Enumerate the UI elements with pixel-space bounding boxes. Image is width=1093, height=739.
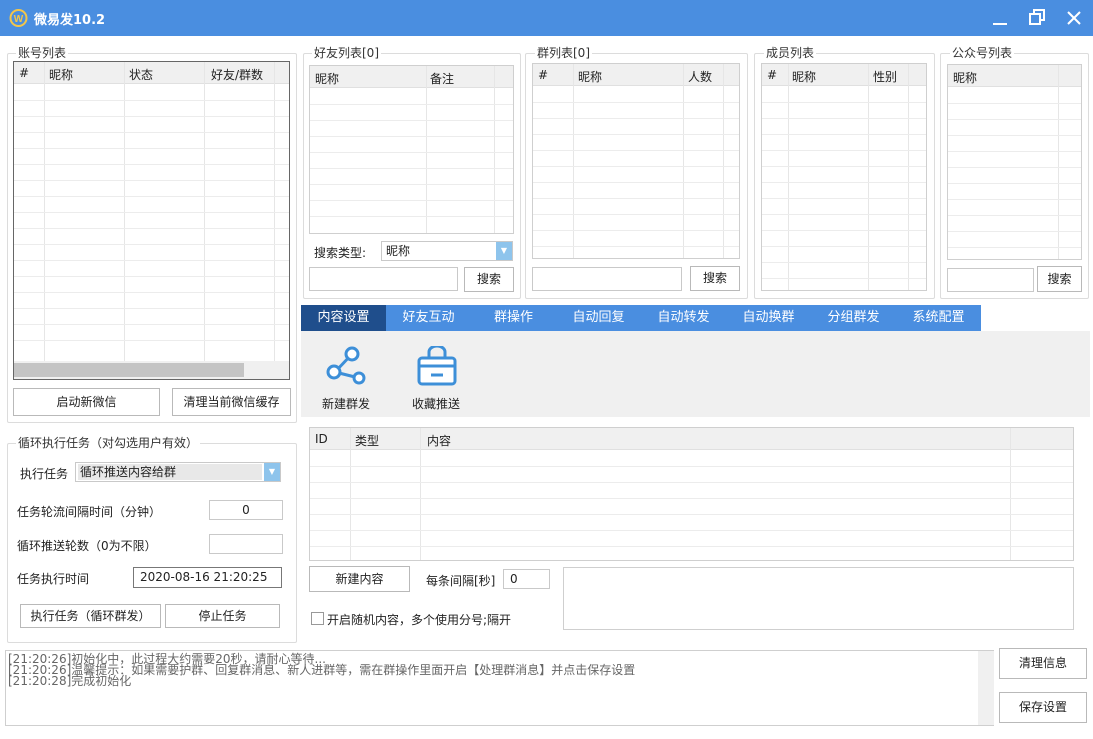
chevron-down-icon[interactable]: ▼ — [264, 463, 280, 481]
col-type: 类型 — [355, 434, 380, 448]
col-index: # — [538, 68, 549, 82]
tab-friend-interaction[interactable]: 好友互动 — [386, 305, 471, 331]
shopping-bag-icon — [417, 346, 457, 386]
groups-table-header: # 昵称 人数 — [533, 64, 739, 86]
col-nickname: 昵称 — [953, 71, 978, 85]
task-label: 执行任务 — [20, 467, 69, 481]
exec-time-label: 任务执行时间 — [17, 572, 90, 586]
clear-log-button[interactable]: 清理信息 — [999, 648, 1087, 679]
groups-table[interactable]: # 昵称 人数 — [532, 63, 740, 259]
official-title: 公众号列表 — [950, 46, 1015, 60]
favorite-push-action[interactable]: 收藏推送 — [403, 340, 469, 412]
friends-table[interactable]: 昵称 备注 — [309, 65, 514, 234]
new-content-button[interactable]: 新建内容 — [309, 566, 410, 592]
app-logo-icon: W — [9, 9, 28, 27]
friends-title: 好友列表[0] — [312, 46, 381, 60]
col-index: # — [767, 68, 778, 82]
new-group-send-label: 新建群发 — [322, 397, 371, 411]
share-icon — [326, 346, 366, 385]
col-nickname: 昵称 — [315, 72, 340, 86]
chevron-down-icon[interactable]: ▼ — [496, 242, 512, 260]
accounts-table[interactable]: # 昵称 状态 好友/群数 — [13, 61, 290, 380]
friends-table-header: 昵称 备注 — [310, 66, 513, 88]
content-preview-box[interactable] — [563, 567, 1074, 630]
log-line: [21:20:28]完成初始化 — [8, 674, 132, 688]
tab-system-config[interactable]: 系统配置 — [896, 305, 981, 331]
accounts-table-header: # 昵称 状态 好友/群数 — [14, 62, 289, 84]
random-content-label: 开启随机内容，多个使用分号;隔开 — [327, 613, 512, 627]
tab-auto-forward[interactable]: 自动转发 — [641, 305, 726, 331]
interval-label: 任务轮流间隔时间（分钟） — [17, 505, 162, 519]
content-interval-input[interactable]: 0 — [503, 569, 550, 589]
save-settings-button[interactable]: 保存设置 — [999, 692, 1087, 723]
groups-title: 群列表[0] — [535, 46, 592, 60]
close-icon[interactable] — [1062, 6, 1086, 30]
friends-search-input[interactable] — [309, 267, 458, 291]
tab-auto-switch-group[interactable]: 自动换群 — [726, 305, 811, 331]
members-title: 成员列表 — [764, 46, 817, 60]
rounds-input[interactable] — [209, 534, 283, 554]
search-type-select[interactable]: 昵称 ▼ — [381, 241, 513, 261]
col-nickname: 昵称 — [49, 68, 74, 82]
log-v-scrollbar[interactable] — [978, 651, 994, 725]
col-remark: 备注 — [430, 72, 455, 86]
minimize-icon[interactable] — [988, 6, 1012, 30]
groups-search-input[interactable] — [532, 267, 682, 291]
tab-group-send[interactable]: 分组群发 — [811, 305, 896, 331]
official-table-header: 昵称 — [948, 65, 1081, 87]
official-search-input[interactable] — [947, 268, 1034, 292]
col-nickname: 昵称 — [792, 70, 817, 84]
members-table-header: # 昵称 性别 — [762, 64, 926, 86]
scrollbar-thumb[interactable] — [14, 363, 244, 377]
exec-time-input[interactable]: 2020-08-16 21:20:25 — [133, 567, 282, 588]
tab-content-settings[interactable]: 内容设置 — [301, 305, 386, 331]
new-group-send-action[interactable]: 新建群发 — [313, 340, 379, 412]
favorite-push-label: 收藏推送 — [412, 397, 461, 411]
friends-search-button[interactable]: 搜索 — [464, 267, 514, 292]
members-table[interactable]: # 昵称 性别 — [761, 63, 927, 291]
random-content-checkbox[interactable] — [311, 612, 324, 625]
content-table-header: ID 类型 内容 — [310, 428, 1073, 450]
col-index: # — [19, 66, 30, 80]
accounts-title: 账号列表 — [16, 46, 69, 60]
tab-group-operations[interactable]: 群操作 — [471, 305, 556, 331]
content-interval-label: 每条间隔[秒] — [426, 574, 496, 588]
groups-search-button[interactable]: 搜索 — [690, 266, 740, 291]
stop-task-button[interactable]: 停止任务 — [165, 604, 280, 628]
restore-icon[interactable] — [1025, 6, 1049, 30]
search-type-label: 搜索类型: — [314, 246, 367, 260]
col-id: ID — [315, 432, 328, 446]
col-count: 人数 — [688, 70, 713, 84]
start-wechat-button[interactable]: 启动新微信 — [13, 388, 160, 416]
col-gender: 性别 — [873, 70, 898, 84]
col-status: 状态 — [129, 68, 154, 82]
official-table[interactable]: 昵称 — [947, 64, 1082, 260]
task-select[interactable]: 循环推送内容给群 ▼ — [75, 462, 281, 482]
col-content: 内容 — [427, 434, 452, 448]
app-title: 微易发10.2 — [34, 13, 106, 28]
log-panel[interactable]: [21:20:26]初始化中，此过程大约需要20秒，请耐心等待... [21:2… — [5, 650, 994, 726]
loop-task-title: 循环执行任务（对勾选用户有效） — [16, 436, 201, 450]
svg-text:W: W — [14, 14, 24, 25]
col-nickname: 昵称 — [578, 70, 603, 84]
rounds-label: 循环推送轮数（0为不限） — [17, 539, 157, 553]
run-task-button[interactable]: 执行任务（循环群发） — [20, 604, 161, 628]
content-table[interactable]: ID 类型 内容 — [309, 427, 1074, 561]
tab-auto-reply[interactable]: 自动回复 — [556, 305, 641, 331]
interval-input[interactable]: 0 — [209, 500, 283, 520]
official-search-button[interactable]: 搜索 — [1037, 266, 1082, 292]
accounts-h-scrollbar[interactable] — [14, 361, 289, 379]
col-friends-groups: 好友/群数 — [211, 68, 264, 82]
clear-cache-button[interactable]: 清理当前微信缓存 — [172, 388, 291, 416]
title-bar: W 微易发10.2 — [0, 0, 1093, 36]
